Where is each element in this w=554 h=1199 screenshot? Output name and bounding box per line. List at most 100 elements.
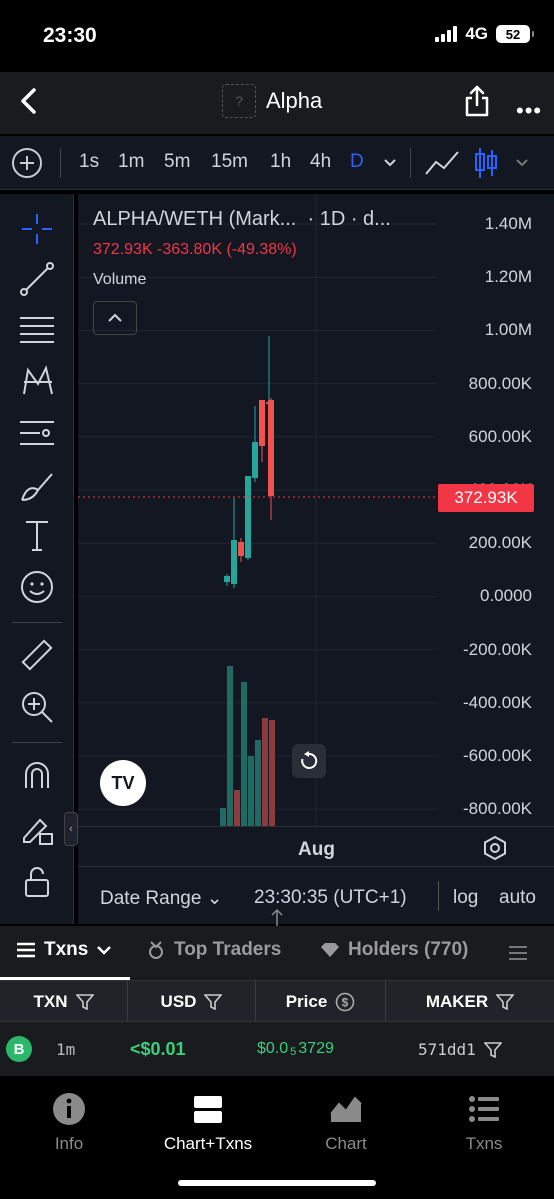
y-tick-label: -800.00K — [463, 799, 532, 819]
tab-txns[interactable]: Txns — [16, 939, 112, 961]
share-icon[interactable] — [463, 84, 491, 118]
txn-price: $0.0 5 3729 — [257, 1040, 334, 1058]
y-tick-label: 800.00K — [468, 373, 532, 393]
emoji-icon[interactable] — [18, 568, 56, 606]
chevron-down-icon[interactable] — [383, 158, 397, 168]
tab-top-traders[interactable]: Top Traders — [146, 939, 281, 961]
status-indicators: 4G 52 — [435, 24, 534, 44]
divider — [438, 881, 439, 911]
filter-icon — [75, 994, 94, 1010]
tabbar-txns[interactable]: Txns — [424, 1092, 544, 1154]
tab-holders[interactable]: Holders (770) — [320, 939, 468, 961]
text-tool-icon[interactable] — [18, 516, 56, 554]
more-icon[interactable]: ••• — [516, 98, 542, 124]
chart-txns-icon — [194, 1096, 222, 1123]
col-usd[interactable]: USD — [128, 981, 256, 1023]
timeframe-4h[interactable]: 4h — [310, 151, 331, 173]
chevron-down-icon[interactable] — [515, 158, 529, 168]
time-axis[interactable]: Aug — [78, 826, 554, 866]
txn-maker[interactable]: 571dd1 — [418, 1040, 502, 1059]
col-maker[interactable]: MAKER — [386, 981, 554, 1023]
settings-icon[interactable] — [482, 835, 508, 861]
chart-icon — [330, 1096, 362, 1122]
price-chart[interactable]: ALPHA/WETH (Mark... · 1D · d... 372.93K … — [78, 194, 554, 924]
pattern-icon[interactable] — [18, 362, 56, 400]
home-indicator — [178, 1180, 376, 1186]
unlock-icon[interactable] — [18, 862, 56, 900]
timeframe-1h[interactable]: 1h — [270, 151, 291, 173]
timeframe-d[interactable]: D — [350, 151, 364, 173]
diamond-icon — [321, 943, 339, 957]
chart-legend: ALPHA/WETH (Mark... · 1D · d... 372.93K … — [93, 208, 391, 335]
fib-lines-icon[interactable] — [18, 310, 56, 348]
liquidity-icon[interactable] — [508, 944, 528, 962]
filter-icon[interactable] — [483, 1041, 502, 1058]
txn-table-header: TXN USD Price $ MAKER — [0, 980, 554, 1023]
auto-scale-toggle[interactable]: auto — [499, 887, 536, 909]
battery-icon: 52 — [496, 25, 534, 43]
volume-bar — [241, 682, 247, 826]
lock-drawing-icon[interactable] — [18, 810, 56, 848]
trend-line-icon[interactable] — [18, 260, 56, 298]
txn-age: 1m — [56, 1040, 76, 1059]
timeframe-1m[interactable]: 1m — [118, 151, 144, 173]
y-tick-label: 1.20M — [484, 267, 532, 287]
candle-body — [245, 476, 251, 558]
y-tick-label: 1.40M — [484, 214, 532, 233]
y-tick-label: -200.00K — [463, 639, 532, 659]
crosshair-icon[interactable] — [18, 210, 56, 248]
log-scale-toggle[interactable]: log — [453, 887, 478, 909]
volume-bar — [262, 718, 268, 826]
candles-icon[interactable] — [472, 146, 500, 180]
volume-bar — [227, 666, 233, 826]
status-time: 23:30 — [43, 24, 97, 47]
timezone-clock[interactable]: 23:30:35 (UTC+1) — [254, 887, 407, 909]
timeframe-15m[interactable]: 15m — [211, 151, 248, 173]
candle-body — [268, 400, 274, 496]
brush-icon[interactable] — [18, 466, 56, 504]
candle-body — [252, 442, 258, 478]
add-indicator-icon[interactable] — [12, 148, 42, 178]
reset-chart-button[interactable] — [292, 744, 326, 778]
chart-bottom-bar: Date Range ⌄ 23:30:35 (UTC+1) log auto — [78, 866, 554, 924]
timeframe-1s[interactable]: 1s — [79, 151, 99, 173]
timeframe-5m[interactable]: 5m — [164, 151, 190, 173]
ruler-icon[interactable] — [18, 636, 56, 674]
collapse-legend-button[interactable] — [93, 301, 137, 335]
chevron-up-icon — [108, 313, 122, 322]
reset-icon — [301, 751, 318, 769]
tradingview-logo[interactable]: TV — [100, 760, 146, 806]
y-tick-label: 0.0000 — [480, 586, 532, 606]
divider — [12, 742, 62, 743]
collapse-toolbar-button[interactable]: ‹ — [64, 812, 78, 846]
col-price[interactable]: Price $ — [256, 981, 386, 1023]
y-tick-label: 200.00K — [468, 533, 532, 553]
chevron-down-icon — [97, 946, 112, 955]
ohlc-values: 372.93K -363.80K (-49.38%) — [93, 241, 297, 258]
menu-icon — [17, 942, 35, 958]
network-type: 4G — [465, 24, 488, 43]
tabbar-chart[interactable]: Chart — [286, 1092, 406, 1154]
volume-bar — [255, 740, 261, 826]
date-range-button[interactable]: Date Range ⌄ — [100, 887, 223, 910]
table-row[interactable]: B 1m <$0.01 $0.0 5 3729 571dd1 — [0, 1022, 554, 1076]
magnet-icon[interactable] — [18, 758, 56, 796]
x-tick-aug: Aug — [298, 839, 335, 860]
zoom-in-icon[interactable] — [18, 688, 56, 726]
volume-label: Volume — [93, 271, 147, 288]
back-icon[interactable] — [16, 86, 42, 116]
token-logo: ? — [222, 84, 256, 118]
y-tick-label: 600.00K — [468, 426, 532, 446]
info-icon — [53, 1093, 85, 1125]
token-header: ? Alpha — [222, 84, 322, 118]
filter-icon — [496, 994, 515, 1010]
signal-icon — [435, 26, 458, 42]
col-txn[interactable]: TXN — [0, 981, 128, 1023]
page-title: Alpha — [266, 88, 323, 113]
tabbar-info[interactable]: Info — [9, 1092, 129, 1154]
txn-tabs: Txns Top Traders Holders (770) — [0, 926, 554, 980]
line-chart-icon[interactable] — [424, 148, 460, 178]
tabbar-chart-txns[interactable]: Chart+Txns — [148, 1092, 268, 1154]
prediction-icon[interactable] — [18, 414, 56, 452]
y-tick-label: 1.00M — [484, 320, 532, 340]
